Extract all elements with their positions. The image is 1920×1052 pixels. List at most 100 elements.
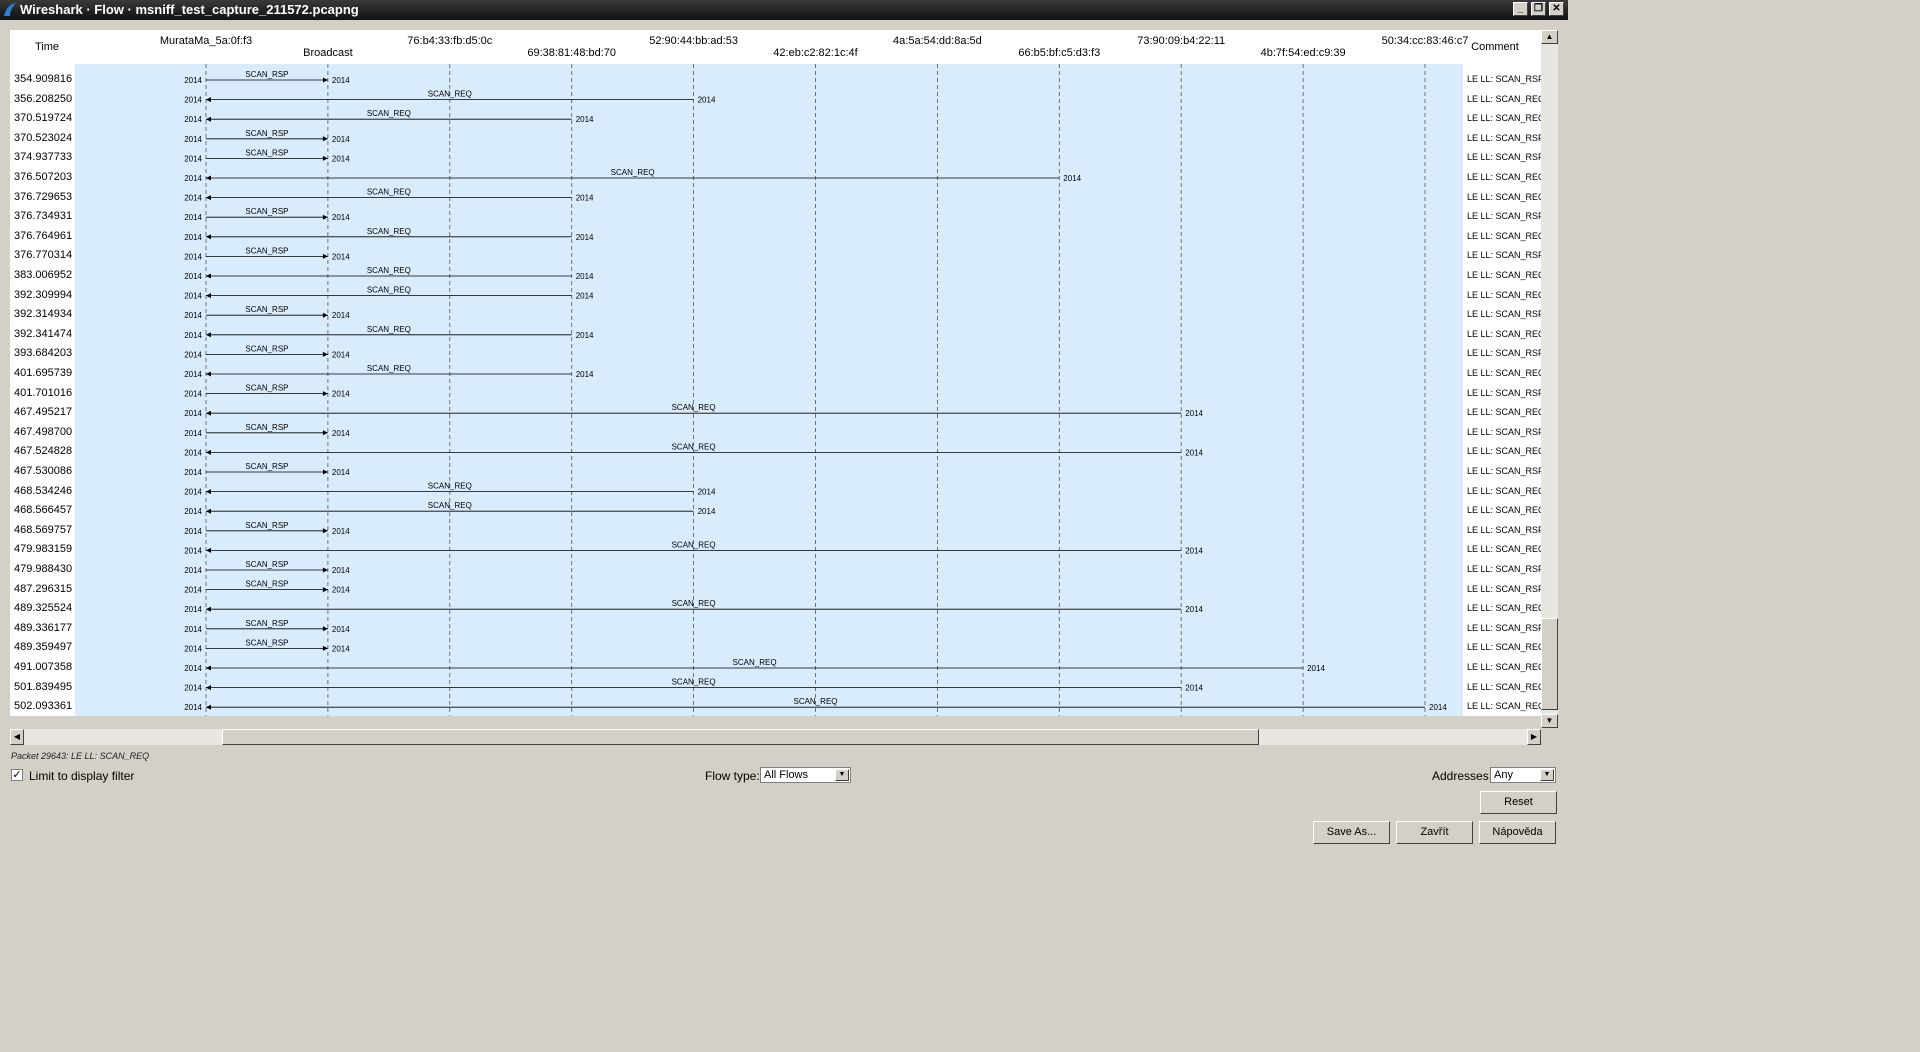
flow-port-right: 2014 — [332, 213, 350, 222]
flow-row[interactable]: SCAN_REQ 2014 2014 — [184, 109, 594, 124]
flow-time: 356.208250 — [14, 92, 73, 105]
flow-row[interactable]: SCAN_RSP 2014 2014 — [184, 462, 350, 477]
flow-port-right: 2014 — [698, 488, 716, 497]
horizontal-scroll-thumb[interactable] — [222, 729, 1259, 745]
flow-port-right: 2014 — [1429, 703, 1447, 712]
reset-button[interactable]: Reset — [1480, 791, 1557, 814]
flow-label: SCAN_RSP — [245, 344, 288, 353]
flow-port-right: 2014 — [576, 331, 594, 340]
flow-row[interactable]: SCAN_REQ 2014 2014 — [184, 364, 594, 379]
arrow-left-icon: ◀ — [13, 732, 21, 741]
flow-port-left: 2014 — [184, 429, 202, 438]
addresses-select[interactable]: Any ▼ — [1490, 767, 1556, 783]
vertical-scrollbar[interactable]: ▲ ▼ — [1541, 30, 1558, 728]
flow-row[interactable]: SCAN_REQ 2014 2014 — [184, 442, 1203, 457]
chevron-down-icon: ▼ — [835, 769, 849, 781]
vertical-scroll-thumb[interactable] — [1541, 618, 1558, 710]
flow-row[interactable]: SCAN_REQ 2014 2014 — [184, 658, 1325, 673]
flow-label: SCAN_REQ — [367, 266, 411, 275]
flow-comment: LE LL: SCAN_REQ — [1467, 93, 1541, 104]
flow-row[interactable]: SCAN_RSP 2014 2014 — [184, 560, 350, 575]
flow-port-right: 2014 — [576, 272, 594, 281]
flow-time: 376.507203 — [14, 171, 73, 183]
flow-arrowhead — [206, 371, 211, 377]
flow-row[interactable]: SCAN_REQ 2014 2014 — [184, 286, 594, 301]
flow-row[interactable]: SCAN_REQ 2014 2014 — [184, 188, 594, 203]
flow-time: 392.341474 — [14, 327, 73, 340]
flow-row[interactable]: SCAN_RSP 2014 2014 — [184, 384, 350, 399]
flow-comment: LE LL: SCAN_RSP — [1467, 426, 1541, 437]
flow-label: SCAN_RSP — [245, 246, 288, 255]
flow-graph: SCAN_RSP2014 2014SCAN_REQ2014 2014SCAN_REQ… — [184, 64, 1447, 716]
flow-port-left: 2014 — [184, 115, 202, 124]
flow-arrowhead — [322, 469, 328, 475]
flow-time: 376.770314 — [14, 249, 73, 262]
save-as-button[interactable]: Save As... — [1313, 821, 1390, 844]
flow-row[interactable]: SCAN_REQ 2014 2014 — [184, 227, 594, 242]
flow-row[interactable]: SCAN_RSP 2014 2014 — [184, 521, 350, 536]
flow-comment: LE LL: SCAN_RSP — [1467, 348, 1541, 359]
close-button[interactable]: Zavřít — [1396, 821, 1473, 844]
scroll-left-button[interactable]: ◀ — [10, 729, 24, 745]
flow-label: SCAN_REQ — [367, 188, 411, 197]
flow-port-right: 2014 — [332, 311, 350, 320]
flow-row[interactable]: SCAN_RSP 2014 2014 — [184, 344, 350, 359]
flow-comment: LE LL: SCAN_REQ — [1467, 191, 1541, 202]
help-button[interactable]: Nápověda — [1479, 821, 1556, 844]
flow-row[interactable]: SCAN_REQ 2014 2014 — [184, 168, 1081, 183]
minimize-button[interactable]: _ — [1513, 2, 1528, 16]
flow-row[interactable]: SCAN_RSP 2014 2014 — [184, 619, 350, 634]
flow-port-right: 2014 — [1185, 684, 1203, 693]
flow-port-right: 2014 — [1307, 664, 1325, 673]
node-header-5: 42:eb:c2:82:1c:4f — [773, 47, 858, 59]
limit-display-filter-checkbox[interactable]: ✓ — [11, 769, 23, 781]
addresses-value: Any — [1494, 769, 1513, 781]
close-window-button[interactable]: ✕ — [1549, 2, 1564, 16]
flow-row[interactable]: SCAN_RSP 2014 2014 — [184, 305, 350, 320]
flow-comment: LE LL: SCAN_RSP — [1467, 152, 1541, 163]
time-column-header: Time — [34, 41, 60, 53]
flow-type-select[interactable]: All Flows ▼ — [760, 767, 851, 783]
flow-port-left: 2014 — [184, 684, 202, 693]
flow-port-right: 2014 — [332, 527, 350, 536]
flow-comment: LE LL: SCAN_REQ — [1467, 289, 1541, 300]
node-header-7: 66:b5:bf:c5:d3:f3 — [1018, 47, 1101, 59]
flow-row[interactable]: SCAN_RSP 2014 2014 — [184, 70, 350, 85]
scroll-up-button[interactable]: ▲ — [1541, 30, 1558, 44]
flow-label: SCAN_REQ — [733, 658, 777, 667]
scroll-down-button[interactable]: ▼ — [1541, 714, 1558, 728]
flow-row[interactable]: SCAN_RSP 2014 2014 — [184, 246, 350, 261]
flow-time: 376.729653 — [14, 190, 73, 203]
horizontal-scrollbar[interactable]: ◀ ▶ — [10, 729, 1541, 745]
flow-label: SCAN_RSP — [245, 560, 288, 569]
flow-row[interactable]: SCAN_REQ 2014 2014 — [184, 325, 594, 340]
flow-comment: LE LL: SCAN_RSP — [1467, 309, 1541, 320]
flow-arrowhead — [322, 645, 328, 651]
flow-comment: LE LL: SCAN_RSP — [1467, 564, 1541, 574]
flow-comment: LE LL: SCAN_REQ — [1467, 328, 1541, 339]
flow-row[interactable]: SCAN_RSP 2014 2014 — [184, 207, 350, 222]
flow-row[interactable]: SCAN_RSP 2014 2014 — [184, 148, 350, 163]
wireshark-fin-icon — [4, 3, 16, 16]
flow-row[interactable]: SCAN_RSP 2014 2014 — [184, 423, 350, 438]
node-header-10: 50:34:cc:83:46:c7 — [1381, 35, 1469, 47]
flow-comment: LE LL: SCAN_RSP — [1467, 466, 1541, 476]
flow-row[interactable]: SCAN_REQ 2014 2014 — [184, 266, 594, 281]
flow-row[interactable]: SCAN_RSP 2014 2014 — [184, 129, 350, 144]
restore-button[interactable]: ❐ — [1531, 2, 1546, 16]
flow-arrowhead — [206, 606, 211, 612]
flow-row[interactable]: SCAN_RSP 2014 2014 — [184, 580, 350, 595]
flow-comment: LE LL: SCAN_REQ — [1467, 681, 1541, 692]
flow-port-left: 2014 — [184, 488, 202, 497]
scroll-right-button[interactable]: ▶ — [1527, 729, 1541, 745]
flow-port-left: 2014 — [184, 292, 202, 301]
minimize-icon: _ — [1517, 3, 1524, 14]
flow-arrowhead — [206, 547, 211, 553]
flow-comment: LE LL: SCAN_REQ — [1467, 701, 1541, 712]
flow-row[interactable]: SCAN_RSP 2014 2014 — [184, 638, 350, 653]
flow-row[interactable]: SCAN_REQ 2014 2014 — [184, 540, 1203, 555]
flow-arrowhead — [322, 155, 328, 161]
flow-time: 487.296315 — [14, 582, 73, 595]
flow-diagram[interactable]: SCAN_RSP 2014 2014 SCAN_REQ 2014 2014 SCAN_REQ… — [75, 64, 1463, 716]
flow-arrowhead — [206, 116, 211, 122]
